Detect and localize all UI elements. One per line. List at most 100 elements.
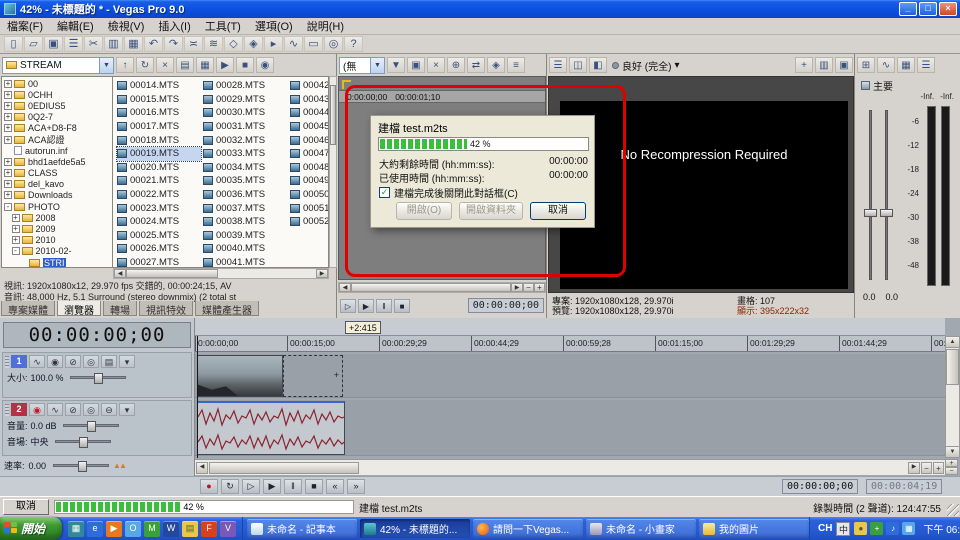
dock-tab[interactable]: 媒體產生器	[195, 301, 259, 316]
file-item[interactable]: 00039.MTS	[203, 229, 287, 243]
ime-indicator[interactable]: 中	[836, 522, 850, 536]
file-item[interactable]: 00044.M	[290, 106, 329, 120]
cancel-build-button[interactable]: 取消	[3, 499, 49, 515]
fader-handle[interactable]	[880, 209, 893, 217]
file-item[interactable]: 00022.MTS	[117, 188, 201, 202]
sync-cursor-icon[interactable]: ⇄	[467, 57, 485, 73]
scrollbar-thumb[interactable]	[126, 269, 218, 278]
antivirus-icon[interactable]: +	[870, 522, 883, 535]
tree-expander-icon[interactable]: +	[4, 158, 12, 166]
mute-icon[interactable]: ⊘	[65, 355, 81, 368]
selection-edit-tool-icon[interactable]: ▭	[304, 36, 323, 52]
tree-expander-icon[interactable]: +	[12, 236, 20, 244]
menu-item[interactable]: 編輯(E)	[50, 18, 101, 34]
scroll-down-icon[interactable]: ▼	[946, 446, 959, 457]
preview-on-external-monitor-icon[interactable]: ◫	[569, 57, 587, 73]
word-icon[interactable]: W	[163, 521, 179, 537]
normal-edit-tool-icon[interactable]: ▸	[264, 36, 283, 52]
location-combo[interactable]: STREAM ▼	[2, 57, 114, 74]
track-drag-handle[interactable]	[5, 404, 9, 416]
track-menu-icon[interactable]: ▾	[119, 355, 135, 368]
tree-item[interactable]: autorun.inf	[2, 145, 112, 156]
redo-icon[interactable]: ↷	[164, 36, 183, 52]
views-icon[interactable]: ▦	[196, 57, 214, 73]
mixer-views-icon[interactable]: ▦	[897, 57, 915, 73]
mixer-properties-icon[interactable]: ☰	[917, 57, 935, 73]
file-item[interactable]: 00036.MTS	[203, 188, 287, 202]
stop-button[interactable]: ■	[305, 479, 323, 494]
file-item[interactable]: 00027.MTS	[117, 256, 201, 268]
arm-record-icon[interactable]: ◉	[29, 403, 45, 416]
trimmer-play-button[interactable]: ▶	[358, 299, 374, 313]
scrollbar-thumb[interactable]	[209, 462, 359, 474]
tree-expander-icon[interactable]: +	[4, 102, 12, 110]
tree-expander-icon[interactable]: +	[4, 136, 12, 144]
tree-expander-icon[interactable]: +	[4, 91, 12, 99]
file-item[interactable]: 00024.MTS	[117, 215, 201, 229]
tree-item[interactable]: - PHOTO	[2, 201, 112, 212]
bypass-motion-blur-icon[interactable]: ▤	[101, 355, 117, 368]
task-notepad[interactable]: 未命名 - 記事本	[247, 519, 357, 538]
file-item[interactable]: 00050.M	[290, 188, 329, 202]
combo-arrow-icon[interactable]: ▼	[99, 58, 113, 73]
tree-item[interactable]: + 0EDIUS5	[2, 100, 112, 111]
paste-icon[interactable]: ▦	[124, 36, 143, 52]
tree-item[interactable]: + 2009	[2, 223, 112, 234]
fader-handle[interactable]	[864, 209, 877, 217]
rate-slider[interactable]	[53, 464, 109, 467]
trimmer-pause-button[interactable]: ‖	[376, 299, 392, 313]
show-desktop-icon[interactable]: ▦	[68, 521, 84, 537]
record-button[interactable]: ●	[200, 479, 218, 494]
tree-item[interactable]: + del_kavo	[2, 179, 112, 190]
play-from-start-button[interactable]: ▷	[242, 479, 260, 494]
track-menu-icon[interactable]: ▾	[119, 403, 135, 416]
menu-item[interactable]: 工具(T)	[198, 18, 248, 34]
file-item[interactable]: 00026.MTS	[117, 242, 201, 256]
tree-expander-icon[interactable]: +	[4, 169, 12, 177]
slider-thumb[interactable]	[79, 437, 88, 448]
dock-tab[interactable]: 視訊特效	[139, 301, 193, 316]
master-fader-left[interactable]	[869, 110, 872, 280]
file-item[interactable]: 00037.MTS	[203, 201, 287, 215]
scrollbar-thumb[interactable]	[946, 349, 959, 385]
tree-item[interactable]: + 2010	[2, 235, 112, 246]
sort-icon[interactable]: ▼	[387, 57, 405, 73]
slider-thumb[interactable]	[78, 461, 87, 472]
task-browser[interactable]: 請問一下Vegas...	[473, 519, 583, 538]
track-number[interactable]: 1	[11, 355, 27, 368]
track-fx-icon[interactable]: ∿	[29, 355, 45, 368]
tree-item[interactable]: STRI	[2, 257, 112, 268]
tree-item[interactable]: + 00	[2, 78, 112, 89]
tree-expander-icon[interactable]: -	[4, 203, 12, 211]
file-item[interactable]: 00049.M	[290, 174, 329, 188]
envelope-edit-tool-icon[interactable]: ∿	[284, 36, 303, 52]
zoom-out-icon[interactable]: −	[921, 462, 932, 474]
language-indicator[interactable]: CH	[818, 523, 832, 534]
save-trimmer-icon[interactable]: ▣	[407, 57, 425, 73]
loop-playback-button[interactable]: ↻	[221, 479, 239, 494]
delete-icon[interactable]: ×	[156, 57, 174, 73]
file-item[interactable]: 00052.M	[290, 215, 329, 229]
scrollbar-thumb[interactable]	[330, 85, 336, 145]
stop-preview-icon[interactable]: ■	[236, 57, 254, 73]
refresh-icon[interactable]: ↻	[136, 57, 154, 73]
dock-tab[interactable]: 專案媒體	[1, 301, 55, 316]
file-item[interactable]: 00048.M	[290, 161, 329, 175]
tree-item[interactable]: + Downloads	[2, 190, 112, 201]
split-screen-view-icon[interactable]: ◧	[589, 57, 607, 73]
insert-fx-icon[interactable]: ∿	[877, 57, 895, 73]
task-my-pictures[interactable]: 我的圖片	[699, 519, 809, 538]
file-item[interactable]: 00016.MTS	[117, 106, 201, 120]
phase-invert-icon[interactable]: ⊖	[101, 403, 117, 416]
cancel-button[interactable]: 取消	[530, 202, 586, 220]
insert-bus-icon[interactable]: ⊞	[857, 57, 875, 73]
go-to-start-button[interactable]: «	[326, 479, 344, 494]
selection-end-timecode[interactable]: 00:00:04;19	[866, 479, 942, 494]
ie-icon[interactable]: e	[87, 521, 103, 537]
volume-value[interactable]: 0.0 dB	[31, 421, 57, 431]
file-item[interactable]: 00031.MTS	[203, 120, 287, 134]
snap-offset-tag[interactable]: +2:415	[345, 321, 381, 334]
tree-expander-icon[interactable]: +	[4, 124, 12, 132]
update-icon[interactable]: ●	[854, 522, 867, 535]
new-folder-icon[interactable]: ▤	[176, 57, 194, 73]
